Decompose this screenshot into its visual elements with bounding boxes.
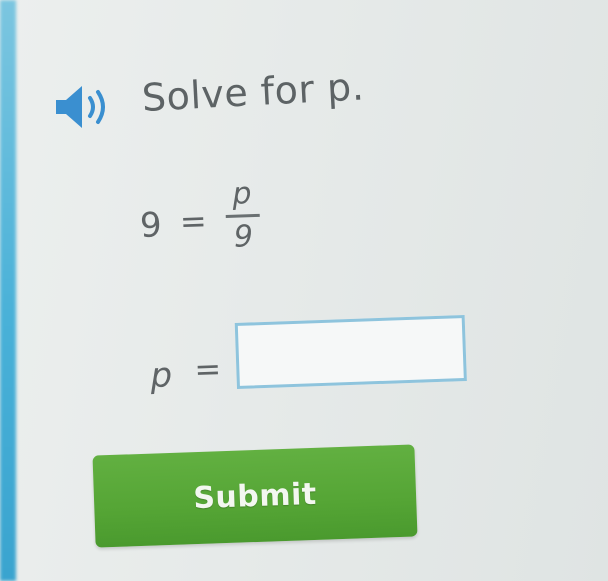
- answer-row: p =: [149, 314, 467, 402]
- equation: 9 = p 9: [138, 176, 260, 270]
- fraction: p 9: [224, 176, 261, 256]
- answer-variable: p: [149, 355, 173, 396]
- equation-equals: =: [179, 201, 208, 241]
- audio-button[interactable]: [52, 82, 122, 132]
- fraction-bar: [225, 213, 260, 219]
- speaker-icon: [56, 86, 105, 128]
- fraction-denominator: 9: [233, 219, 254, 255]
- fraction-numerator: p: [231, 176, 253, 212]
- answer-input[interactable]: [234, 314, 467, 389]
- answer-equals: =: [193, 349, 222, 389]
- submit-button[interactable]: Submit: [92, 444, 418, 548]
- equation-lhs: 9: [139, 205, 163, 246]
- left-edge-bar: [0, 0, 16, 581]
- question-text: Solve for p.: [140, 64, 366, 120]
